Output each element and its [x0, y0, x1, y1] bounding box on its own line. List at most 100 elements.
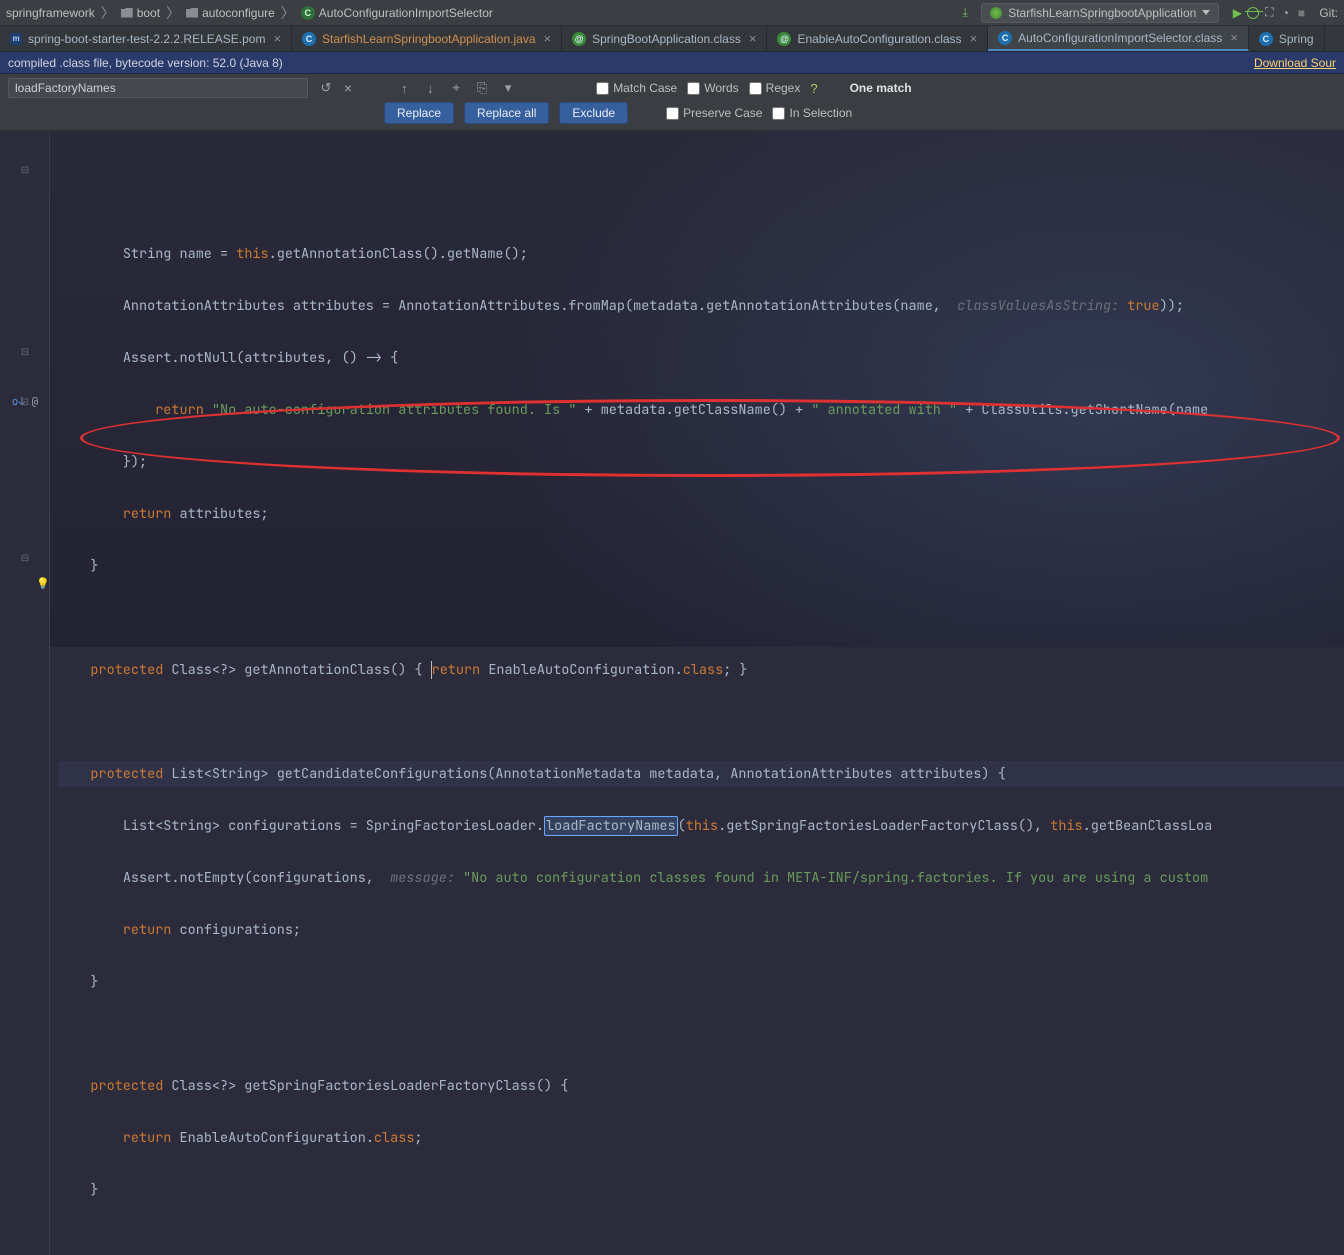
arrow-up-icon[interactable]: ↑ — [396, 81, 412, 96]
code-line — [58, 605, 1344, 631]
code-line: protected Class<?> getAnnotationClass() … — [58, 657, 1344, 683]
in-selection-checkbox[interactable]: In Selection — [772, 106, 852, 120]
download-sources-link[interactable]: Download Sour — [1254, 56, 1336, 70]
code-line: return configurations; — [58, 917, 1344, 943]
checkbox-label: Preserve Case — [683, 106, 762, 120]
code-line: protected Class<?> getSpringFactoriesLoa… — [58, 1073, 1344, 1099]
close-icon[interactable]: × — [344, 80, 352, 96]
close-icon[interactable]: × — [749, 31, 757, 46]
gutter[interactable]: ⊟ ⊟ o↓ @ ⊟ ⊟ 💡 — [0, 131, 50, 1255]
exclude-button[interactable]: Exclude — [559, 102, 628, 124]
code-line: }); — [58, 449, 1344, 475]
tab-label: AutoConfigurationImportSelector.class — [1018, 31, 1222, 45]
preserve-case-checkbox[interactable]: Preserve Case — [666, 106, 762, 120]
tab-sbapp-class[interactable]: @ SpringBootApplication.class × — [562, 26, 767, 51]
chevron-down-icon — [1202, 10, 1210, 15]
code-line: } — [58, 553, 1344, 579]
words-checkbox[interactable]: Words — [687, 81, 738, 95]
annotation-icon: @ — [777, 32, 791, 46]
breadcrumb-item[interactable]: boot — [121, 6, 160, 20]
profile-icon[interactable]: ◔ — [1277, 5, 1293, 21]
code-line — [58, 709, 1344, 735]
fold-icon[interactable]: ⊟ — [0, 395, 50, 408]
code-line: Assert.notEmpty(configurations, message:… — [58, 865, 1344, 891]
tab-pom[interactable]: m spring-boot-starter-test-2.2.2.RELEASE… — [0, 26, 292, 51]
close-icon[interactable]: × — [1230, 30, 1238, 45]
select-all-icon[interactable]: ⎘ — [474, 80, 490, 96]
match-case-checkbox[interactable]: Match Case — [596, 81, 677, 95]
tab-label: SpringBootApplication.class — [592, 32, 741, 46]
breadcrumb-item[interactable]: springframework — [6, 6, 95, 20]
code-line: return attributes; — [58, 501, 1344, 527]
find-all-icon[interactable]: ⌖ — [448, 80, 464, 96]
checkbox-label: In Selection — [789, 106, 852, 120]
run-config-dropdown[interactable]: StarfishLearnSpringbootApplication — [981, 3, 1219, 23]
folder-icon — [121, 8, 133, 18]
folder-icon — [186, 8, 198, 18]
checkbox-label: Words — [704, 81, 738, 95]
debug-icon[interactable] — [1245, 5, 1261, 21]
breadcrumb[interactable]: springframework 〉 boot 〉 autoconfigure 〉… — [6, 3, 493, 23]
arrow-down-icon[interactable]: ↓ — [422, 81, 438, 96]
editor[interactable]: ⊟ ⊟ o↓ @ ⊟ ⊟ 💡 String name = this.getAnn… — [0, 131, 1344, 1255]
match-count: One match — [850, 81, 912, 95]
code-line: String name = this.getAnnotationClass().… — [58, 241, 1344, 267]
code-line: List<String> configurations = SpringFact… — [58, 813, 1344, 839]
code-line: protected List<String> getCandidateConfi… — [58, 761, 1344, 787]
code-line: AnnotationAttributes attributes = Annota… — [58, 293, 1344, 319]
build-icon[interactable]: ⤓ — [957, 5, 973, 21]
code-line: return EnableAutoConfiguration.class; — [58, 1125, 1344, 1151]
breadcrumb-label: AutoConfigurationImportSelector — [319, 6, 493, 20]
close-icon[interactable]: × — [273, 31, 281, 46]
breadcrumb-item[interactable]: autoconfigure — [186, 6, 275, 20]
close-icon[interactable]: × — [970, 31, 978, 46]
breadcrumb-label: autoconfigure — [202, 6, 275, 20]
class-icon: C — [301, 6, 315, 20]
regex-checkbox[interactable]: Regex — [749, 81, 801, 95]
code-line — [58, 1021, 1344, 1047]
breadcrumb-item[interactable]: C AutoConfigurationImportSelector — [301, 6, 493, 20]
maven-icon: m — [10, 33, 22, 45]
tab-label: Spring — [1279, 32, 1314, 46]
run-icon[interactable]: ▶ — [1229, 5, 1245, 21]
tab-autoconfig-selector[interactable]: C AutoConfigurationImportSelector.class … — [988, 26, 1249, 51]
search-match: loadFactoryNames — [544, 816, 678, 836]
close-icon[interactable]: × — [544, 31, 552, 46]
tab-label: spring-boot-starter-test-2.2.2.RELEASE.p… — [28, 32, 265, 46]
replace-button[interactable]: Replace — [384, 102, 454, 124]
fold-icon[interactable]: ⊟ — [0, 345, 50, 358]
find-replace-panel: ↺ × ↑ ↓ ⌖ ⎘ ▾ Match Case Words Regex ? O… — [0, 74, 1344, 131]
code-area[interactable]: String name = this.getAnnotationClass().… — [50, 131, 1344, 1255]
annotation-icon: @ — [572, 32, 586, 46]
chevron-right-icon: 〉 — [281, 3, 295, 23]
tab-label: EnableAutoConfiguration.class — [797, 32, 961, 46]
top-toolbar: springframework 〉 boot 〉 autoconfigure 〉… — [0, 0, 1344, 26]
coverage-icon[interactable]: ⛶ — [1261, 5, 1277, 21]
fold-icon[interactable]: ⊟ — [0, 551, 50, 564]
breadcrumb-label: springframework — [6, 6, 95, 20]
java-icon: C — [1259, 32, 1273, 46]
help-icon[interactable]: ? — [810, 81, 817, 96]
code-line: return "No auto-configuration attributes… — [58, 397, 1344, 423]
tab-enableauto-class[interactable]: @ EnableAutoConfiguration.class × — [767, 26, 988, 51]
git-label: Git: — [1319, 6, 1338, 20]
tab-overflow[interactable]: C Spring — [1249, 26, 1325, 51]
checkbox-label: Regex — [766, 81, 801, 95]
notice-text: compiled .class file, bytecode version: … — [8, 56, 283, 70]
fold-icon[interactable]: ⊟ — [0, 163, 50, 176]
filter-icon[interactable]: ▾ — [500, 80, 516, 96]
breadcrumb-label: boot — [137, 6, 160, 20]
code-line: } — [58, 969, 1344, 995]
chevron-right-icon: 〉 — [166, 3, 180, 23]
tab-app-java[interactable]: C StarfishLearnSpringbootApplication.jav… — [292, 26, 562, 51]
spring-icon — [990, 7, 1002, 19]
stop-icon[interactable]: ■ — [1293, 5, 1309, 21]
java-icon: C — [302, 32, 316, 46]
checkbox-label: Match Case — [613, 81, 677, 95]
search-input[interactable] — [8, 78, 308, 98]
replace-all-button[interactable]: Replace all — [464, 102, 549, 124]
run-config-label: StarfishLearnSpringbootApplication — [1008, 6, 1196, 20]
code-line: } — [58, 1177, 1344, 1203]
tab-label: StarfishLearnSpringbootApplication.java — [322, 32, 535, 46]
history-icon[interactable]: ↺ — [318, 80, 334, 96]
